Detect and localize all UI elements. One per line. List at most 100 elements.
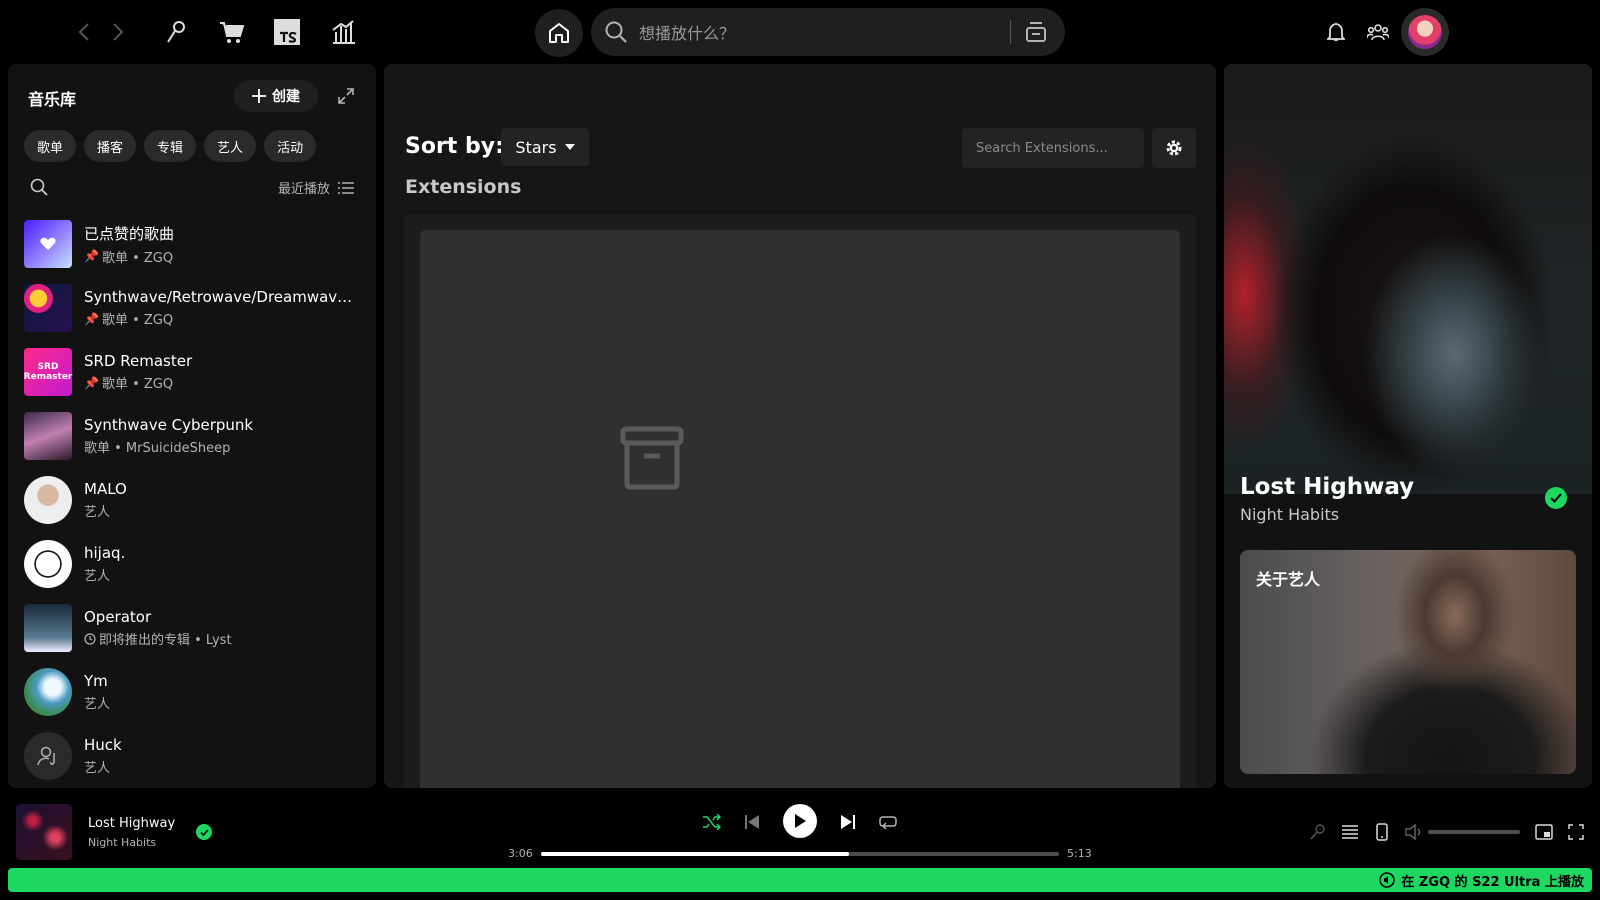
create-button[interactable]: 创建 — [234, 80, 318, 112]
extension-card[interactable] — [420, 230, 1180, 788]
extensions-search-input[interactable]: Search Extensions... — [962, 128, 1144, 168]
list-item[interactable]: Huck 艺人 — [24, 724, 368, 788]
previous-icon[interactable] — [742, 812, 762, 832]
back-icon[interactable] — [72, 20, 96, 44]
extensions-section-title: Extensions — [405, 176, 522, 198]
user-avatar[interactable] — [1401, 8, 1449, 56]
avatar-image — [1408, 15, 1442, 49]
chip-podcasts[interactable]: 播客 — [84, 130, 137, 162]
list-item-subtitle: 艺人 — [84, 761, 111, 776]
elapsed-time: 3:06 — [508, 847, 533, 860]
forward-icon[interactable] — [106, 20, 130, 44]
chip-artists[interactable]: 艺人 — [204, 130, 257, 162]
stats-chart-icon[interactable] — [331, 20, 357, 44]
duration-time: 5:13 — [1067, 847, 1092, 860]
list-item[interactable]: 已点赞的歌曲 📌 歌单 • ZGQ — [24, 212, 368, 276]
list-item-title: Huck — [84, 736, 122, 754]
bell-icon[interactable] — [1326, 22, 1346, 42]
next-icon[interactable] — [838, 812, 858, 832]
list-item-subtitle: 歌单 • ZGQ — [101, 313, 174, 328]
clock-icon — [84, 632, 96, 645]
repeat-icon[interactable] — [878, 812, 898, 832]
playlist-cover: SRD Remaster — [24, 348, 72, 396]
play-button[interactable] — [783, 804, 817, 838]
list-item[interactable]: MALO 艺人 — [24, 468, 368, 532]
list-item-title: hijaq. — [84, 544, 126, 562]
browse-icon[interactable] — [1023, 19, 1049, 45]
settings-button[interactable] — [1152, 128, 1196, 168]
cart-icon[interactable] — [219, 20, 245, 44]
speaker-device-icon — [1379, 872, 1396, 888]
gear-icon — [1166, 140, 1182, 156]
search-input[interactable]: 想播放什么？ — [639, 20, 1010, 44]
list-item-subtitle: 即将推出的专辑 • Lyst — [99, 633, 232, 648]
about-artist-card[interactable]: 关于艺人 — [1240, 550, 1576, 774]
pin-icon: 📌 — [84, 249, 99, 263]
list-item[interactable]: Synthwave Cyberpunk 歌单 • MrSuicideSheep — [24, 404, 368, 468]
ts-extension-icon[interactable] — [274, 19, 300, 45]
library-list: 已点赞的歌曲 📌 歌单 • ZGQ Synthwave/Retrowave/Dre… — [24, 212, 368, 788]
sort-select-value: Stars — [515, 137, 557, 157]
library-search-icon[interactable] — [30, 178, 50, 198]
list-item-title: 已点赞的歌曲 — [84, 224, 175, 243]
play-icon — [795, 814, 806, 828]
chip-playlists[interactable]: 歌单 — [24, 130, 77, 162]
friends-activity-icon[interactable] — [1367, 22, 1389, 42]
fullscreen-icon[interactable] — [1566, 822, 1586, 842]
player-track-artist[interactable]: Night Habits — [88, 836, 156, 849]
device-status-text: 在 ZGQ 的 S22 Ultra 上播放 — [1401, 874, 1584, 890]
volume-slider[interactable] — [1428, 830, 1520, 834]
volume-muted-icon[interactable] — [1404, 822, 1424, 842]
list-item[interactable]: Ym 艺人 — [24, 660, 368, 724]
list-item[interactable]: Operator 即将推出的专辑 • Lyst — [24, 596, 368, 660]
queue-icon[interactable] — [1340, 822, 1360, 842]
now-playing-title[interactable]: Lost Highway — [1240, 474, 1414, 500]
sort-by-label: Sort by: — [405, 134, 504, 159]
artist-avatar — [24, 476, 72, 524]
caret-down-icon — [564, 144, 575, 150]
chip-albums[interactable]: 专辑 — [144, 130, 197, 162]
now-playing-artist[interactable]: Night Habits — [1240, 505, 1339, 524]
pin-icon: 📌 — [84, 311, 99, 326]
pin-icon: 📌 — [84, 375, 99, 390]
device-status-bar[interactable]: 在 ZGQ 的 S22 Ultra 上播放 — [8, 868, 1592, 892]
sort-recent-label: 最近播放 — [277, 182, 330, 197]
list-item-subtitle: 艺人 — [84, 569, 111, 584]
search-icon — [603, 19, 629, 45]
list-item[interactable]: Synthwave/Retrowave/Dreamwave ... 📌 歌单 • … — [24, 276, 368, 340]
lyrics-icon[interactable] — [1307, 822, 1327, 842]
saved-check-icon[interactable] — [1545, 487, 1567, 509]
player-cover[interactable] — [16, 804, 72, 860]
list-item-subtitle: 艺人 — [84, 505, 111, 520]
sort-recent-button[interactable]: 最近播放 — [278, 178, 354, 197]
list-item-title: Operator — [84, 608, 152, 626]
library-title[interactable]: 音乐库 — [28, 86, 76, 110]
playlist-cover — [24, 412, 72, 460]
list-item[interactable]: SRD Remaster SRD Remaster 📌 歌单 • ZGQ — [24, 340, 368, 404]
heart-icon — [40, 237, 56, 250]
top-bar: 想播放什么？ — [0, 0, 1600, 64]
expand-icon[interactable] — [334, 84, 358, 108]
liked-songs-cover — [24, 220, 72, 268]
progress-bar[interactable] — [541, 852, 1059, 856]
library-panel: 音乐库 创建 歌单 播客 专辑 艺人 活动 最近播放 已点赞的歌曲 📌 歌单 • … — [8, 64, 376, 788]
artist-avatar — [24, 540, 72, 588]
list-item-title: Synthwave Cyberpunk — [84, 416, 254, 434]
shuffle-icon[interactable] — [702, 812, 722, 832]
player-saved-check-icon[interactable] — [196, 824, 212, 840]
home-button[interactable] — [535, 9, 583, 57]
list-item[interactable]: hijaq. 艺人 — [24, 532, 368, 596]
connect-device-icon[interactable] — [1372, 822, 1392, 842]
player-track-title[interactable]: Lost Highway — [88, 816, 175, 831]
player-bar: Lost Highway Night Habits 3:06 5:13 — [0, 796, 1600, 868]
marketplace-paintbrush-icon[interactable] — [164, 20, 188, 44]
artist-avatar — [24, 668, 72, 716]
filter-chips: 歌单 播客 专辑 艺人 活动 — [24, 130, 317, 162]
list-item-title: Synthwave/Retrowave/Dreamwave ... — [84, 288, 359, 306]
mini-player-icon[interactable] — [1534, 822, 1554, 842]
sort-select[interactable]: Stars — [501, 128, 589, 166]
chip-events[interactable]: 活动 — [264, 130, 317, 162]
main-panel: Sort by: Stars Search Extensions... Exte… — [384, 64, 1216, 788]
list-item-subtitle: 歌单 • ZGQ — [101, 250, 174, 266]
search-bar[interactable]: 想播放什么？ — [591, 8, 1065, 56]
